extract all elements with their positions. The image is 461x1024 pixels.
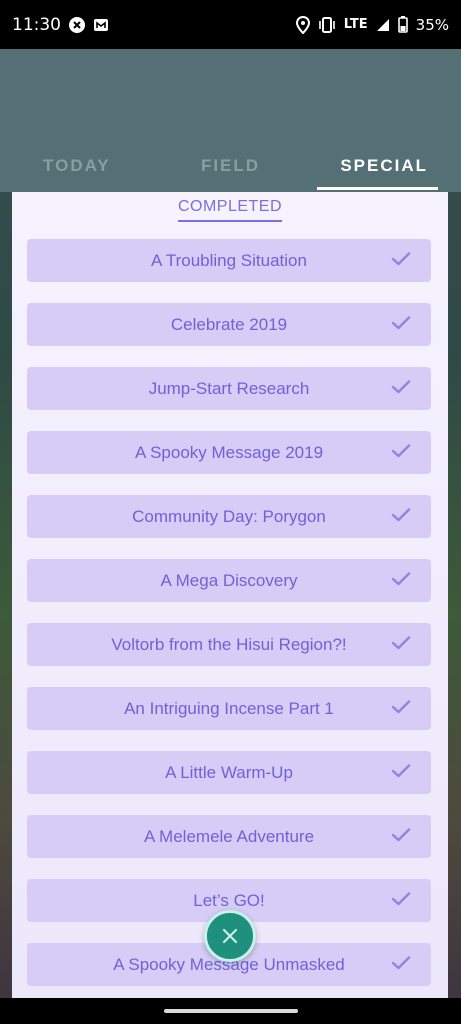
task-title: Let’s GO! — [193, 890, 265, 910]
network-type: LTE — [343, 17, 368, 32]
signal-icon — [376, 18, 390, 32]
check-icon — [391, 700, 411, 714]
tab-field[interactable]: FIELD — [154, 140, 308, 192]
task-item[interactable]: Voltorb from the Hisui Region?! — [27, 623, 431, 666]
completed-label[interactable]: COMPLETED — [177, 198, 283, 222]
tab-special[interactable]: SPECIAL — [307, 140, 461, 192]
location-icon — [295, 15, 310, 34]
task-title: An Intriguing Incense Part 1 — [124, 698, 334, 718]
close-icon — [222, 928, 238, 944]
task-title: A Spooky Message 2019 — [134, 442, 324, 462]
task-list: A Troubling Situation Celebrate 2019 Jum… — [27, 239, 431, 998]
battery-icon — [397, 16, 408, 33]
tab-bar: TODAY FIELD SPECIAL — [0, 140, 461, 192]
task-item[interactable]: A Mega Discovery — [27, 559, 431, 602]
m-app-icon — [93, 17, 109, 33]
task-item[interactable]: A Little Warm-Up — [27, 751, 431, 794]
check-icon — [391, 892, 411, 906]
check-icon — [391, 508, 411, 522]
close-circle-icon — [69, 16, 85, 33]
check-icon — [391, 380, 411, 394]
task-title: A Troubling Situation — [151, 250, 307, 270]
task-item[interactable]: An Intriguing Incense Part 1 — [27, 687, 431, 730]
check-icon — [391, 828, 411, 842]
battery-percent: 35% — [415, 15, 449, 34]
gesture-handle[interactable] — [164, 1009, 298, 1013]
task-title: Jump-Start Research — [148, 378, 310, 398]
check-icon — [391, 444, 411, 458]
research-card: COMPLETED A Troubling Situation Celebrat… — [12, 192, 448, 998]
task-title: A Melemele Adventure — [143, 826, 315, 846]
task-item[interactable]: A Troubling Situation — [27, 239, 431, 282]
vibrate-icon — [318, 16, 336, 33]
screen: 11:30 LTE 35% TODAY FIELD SPECIAL COMPLE… — [0, 0, 461, 1024]
status-right: LTE 35% — [295, 15, 449, 34]
check-icon — [391, 764, 411, 778]
status-time: 11:30 — [12, 14, 61, 35]
check-icon — [391, 636, 411, 650]
task-item[interactable]: A Spooky Message 2019 — [27, 431, 431, 474]
close-button[interactable] — [204, 910, 256, 962]
task-item[interactable]: Community Day: Porygon — [27, 495, 431, 538]
completed-header: COMPLETED — [12, 192, 448, 228]
check-icon — [391, 572, 411, 586]
check-icon — [391, 252, 411, 266]
tab-today[interactable]: TODAY — [0, 140, 154, 192]
check-icon — [391, 316, 411, 330]
task-item[interactable]: A Melemele Adventure — [27, 815, 431, 858]
status-left: 11:30 — [12, 15, 109, 35]
status-bar: 11:30 LTE 35% — [0, 0, 461, 49]
check-icon — [391, 956, 411, 970]
task-item[interactable]: Jump-Start Research — [27, 367, 431, 410]
task-title: A Little Warm-Up — [165, 762, 293, 782]
task-item[interactable]: Celebrate 2019 — [27, 303, 431, 346]
task-title: Community Day: Porygon — [132, 506, 326, 526]
task-title: A Mega Discovery — [160, 570, 298, 590]
active-tab-indicator — [317, 187, 438, 190]
task-title: Celebrate 2019 — [170, 314, 288, 334]
task-title: Voltorb from the Hisui Region?! — [111, 634, 347, 654]
